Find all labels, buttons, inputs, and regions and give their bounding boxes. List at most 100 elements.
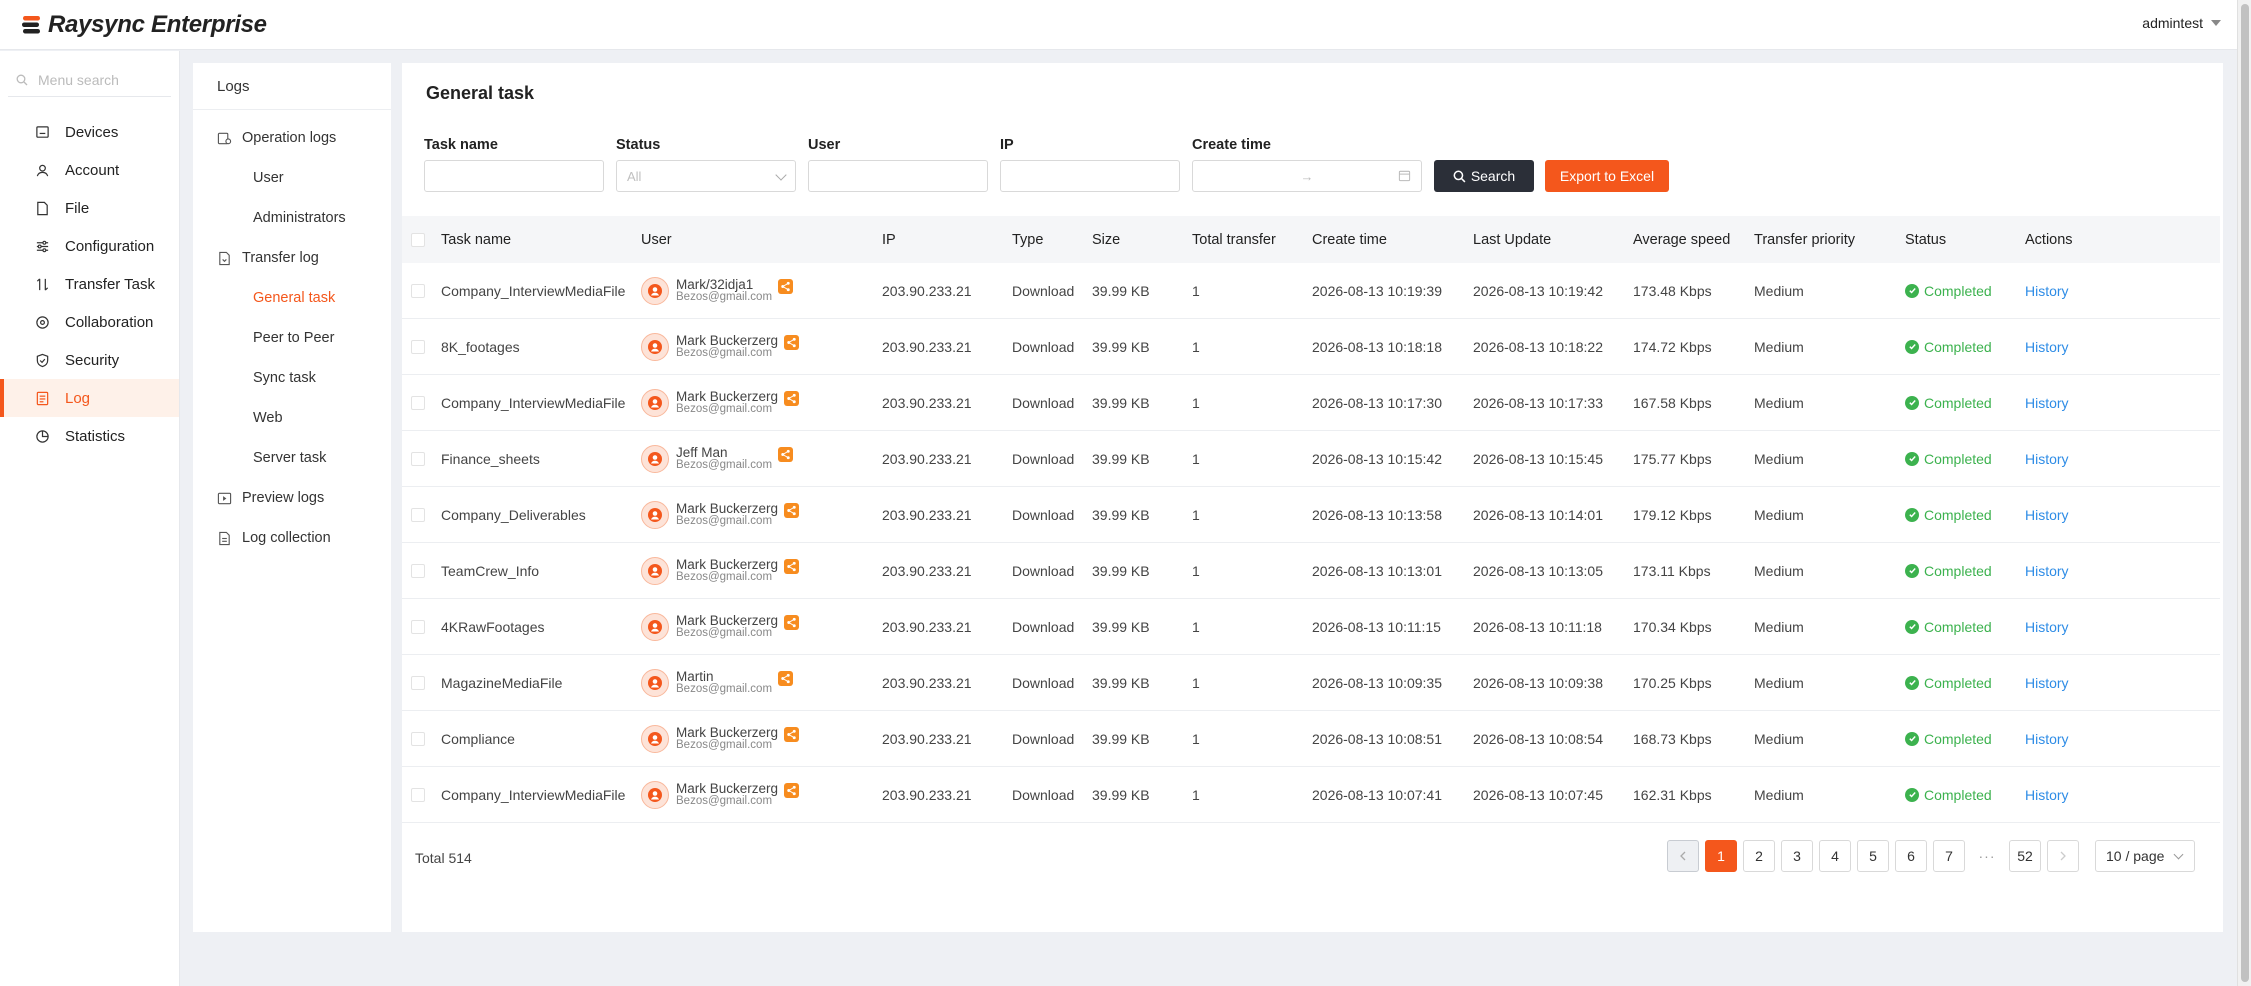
share-icon[interactable] [784,727,800,742]
user-input[interactable] [808,160,988,192]
user-avatar-icon [648,787,662,802]
search-button[interactable]: Search [1434,160,1534,192]
ip-input[interactable] [1000,160,1180,192]
page-button-1[interactable]: 1 [1705,840,1737,872]
user-avatar-icon [648,395,662,410]
tree-group-preview-logs[interactable]: Preview logs [193,478,391,518]
ip-cell: 203.90.233.21 [882,618,972,635]
filter-task-name: Task name [424,137,604,192]
scrollbar-thumb[interactable] [2241,4,2249,982]
history-link[interactable]: History [2025,619,2069,635]
tree-group-label: Preview logs [242,490,325,506]
tree-group-log-collection[interactable]: Log collection [193,518,391,558]
sidebar-item-transfer-task[interactable]: Transfer Task [0,265,179,303]
sidebar-item-file[interactable]: File [0,189,179,227]
sliders-icon [36,240,49,252]
prev-page-button[interactable] [1667,840,1699,872]
avatar [641,780,669,809]
user-email: Bezos@gmail.com [676,570,773,583]
history-link[interactable]: History [2025,731,2069,747]
tree-item-peer-to-peer[interactable]: Peer to Peer [193,318,391,358]
user-email: Bezos@gmail.com [676,794,773,807]
row-checkbox[interactable] [411,395,425,410]
tree-group-transfer-log[interactable]: Transfer log [193,238,391,278]
status-select[interactable]: All [616,160,796,192]
row-checkbox[interactable] [411,619,425,634]
create-time-range-picker[interactable]: → [1192,160,1422,192]
history-link[interactable]: History [2025,451,2069,467]
export-excel-button[interactable]: Export to Excel [1545,160,1669,192]
page-ellipsis[interactable]: ··· [1971,840,2003,872]
row-checkbox[interactable] [411,787,425,802]
share-icon[interactable] [784,783,800,798]
tree-item-general-task[interactable]: General task [193,278,391,318]
sidebar-item-statistics[interactable]: Statistics [0,417,179,455]
task-table: Task name User IP Type Size Total transf… [402,216,2220,823]
check-circle-icon [1905,507,1919,522]
task-name-cell: Company_InterviewMediaFile [441,282,626,299]
page-button-6[interactable]: 6 [1895,840,1927,872]
size-cell: 39.99 KB [1092,562,1150,579]
logs-panel-title: Logs [193,63,391,110]
row-checkbox[interactable] [411,283,425,298]
priority-cell: Medium [1754,674,1804,691]
tree-item-server-task[interactable]: Server task [193,438,391,478]
row-checkbox[interactable] [411,563,425,578]
tree-item-user[interactable]: User [193,158,391,198]
history-link[interactable]: History [2025,675,2069,691]
share-icon[interactable] [784,559,800,574]
user-avatar-icon [648,507,662,522]
select-all-checkbox[interactable] [411,232,425,247]
app-logo[interactable]: Raysync Enterprise [20,11,267,39]
task-name-cell: 8K_footages [441,338,520,355]
sidebar-item-collaboration[interactable]: Collaboration [0,303,179,341]
user-menu[interactable]: admintest [2142,15,2221,31]
history-link[interactable]: History [2025,563,2069,579]
history-link[interactable]: History [2025,787,2069,803]
vertical-scrollbar[interactable] [2237,0,2251,986]
row-checkbox[interactable] [411,731,425,746]
page-button-last[interactable]: 52 [2009,840,2041,872]
sidebar-item-devices[interactable]: Devices [0,113,179,151]
sidebar-item-log[interactable]: Log [0,379,179,417]
sidebar-item-security[interactable]: Security [0,341,179,379]
tree-item-sync-task[interactable]: Sync task [193,358,391,398]
row-checkbox[interactable] [411,451,425,466]
check-circle-icon [1905,675,1919,690]
task-name-input[interactable] [424,160,604,192]
table-row: MagazineMediaFile Martin Bezos@gmail.com 20… [402,655,2220,711]
share-icon[interactable] [784,335,800,350]
menu-search-input[interactable]: Menu search [8,63,171,97]
row-checkbox[interactable] [411,507,425,522]
page-button-5[interactable]: 5 [1857,840,1889,872]
history-link[interactable]: History [2025,507,2069,523]
share-icon[interactable] [784,615,800,630]
share-icon[interactable] [784,391,800,406]
next-page-button[interactable] [2047,840,2079,872]
share-icon[interactable] [778,671,794,686]
user-name: Mark Buckerzerg [676,612,779,628]
page-button-2[interactable]: 2 [1743,840,1775,872]
share-icon[interactable] [778,447,794,462]
tree-group-operation-logs[interactable]: Operation logs [193,118,391,158]
page-button-3[interactable]: 3 [1781,840,1813,872]
tree-item-web[interactable]: Web [193,398,391,438]
filter-user: User [808,137,988,192]
row-checkbox[interactable] [411,675,425,690]
caret-down-icon [2211,20,2221,26]
sidebar-item-configuration[interactable]: Configuration [0,227,179,265]
history-link[interactable]: History [2025,395,2069,411]
page-button-4[interactable]: 4 [1819,840,1851,872]
share-icon[interactable] [784,503,800,518]
sidebar-item-account[interactable]: Account [0,151,179,189]
column-header: Status [1905,231,1947,248]
row-checkbox[interactable] [411,339,425,354]
history-link[interactable]: History [2025,283,2069,299]
page-button-7[interactable]: 7 [1933,840,1965,872]
page-size-select[interactable]: 10 / page [2095,840,2195,872]
user-cell: Mark Buckerzerg Bezos@gmail.com [641,388,882,417]
search-icon [1453,170,1466,182]
share-icon[interactable] [778,279,794,294]
tree-item-administrators[interactable]: Administrators [193,198,391,238]
history-link[interactable]: History [2025,339,2069,355]
